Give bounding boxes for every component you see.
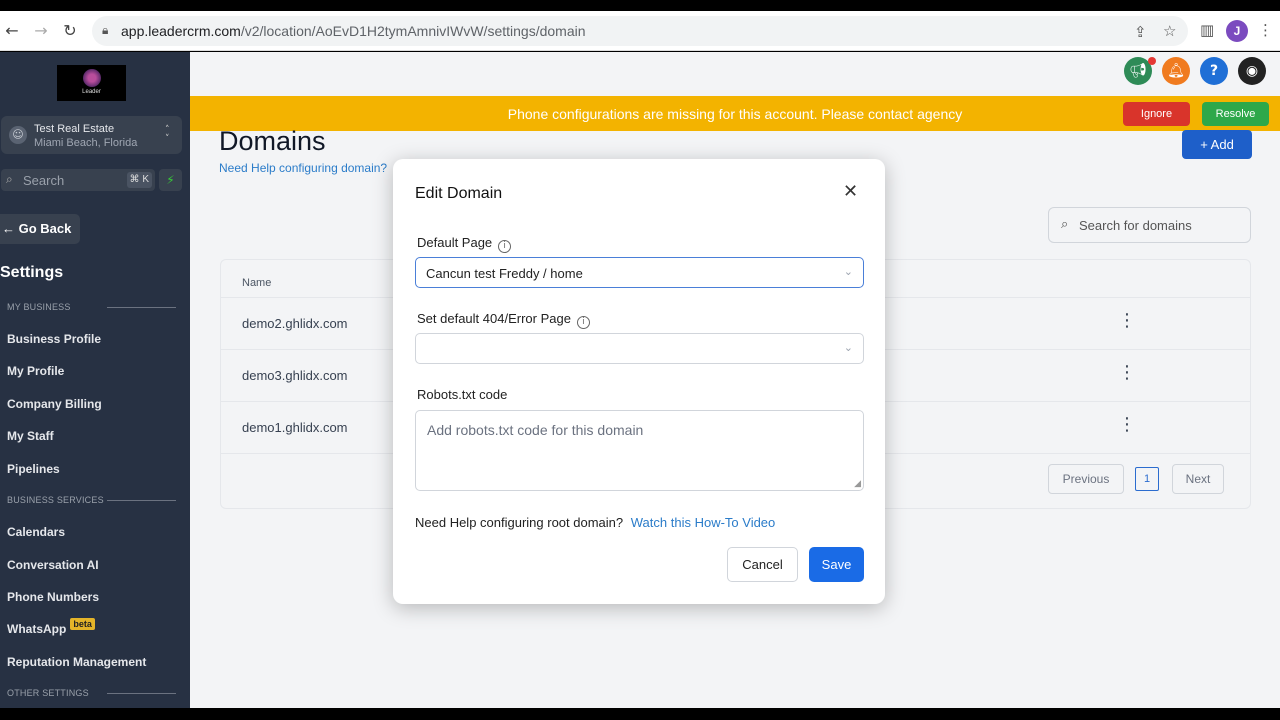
how-to-video-link[interactable]: Watch this How-To Video [631,515,776,530]
sidepanel-icon[interactable]: ▥ [1200,21,1214,39]
whatsapp-label: WhatsApp [7,622,67,636]
sidebar-item-whatsapp[interactable]: WhatsApp beta [7,618,95,636]
help-text: Need Help configuring root domain? [415,515,624,530]
divider [107,693,176,694]
avatar[interactable]: ◉ [1238,57,1266,85]
location-switcher[interactable]: ☺ Test Real Estate Miami Beach, Florida … [1,116,182,154]
section-other-settings: OTHER SETTINGS [7,688,89,698]
browser-toolbar: ← → ↻ 🔒︎ app.leadercrm.com/v2/location/A… [0,11,1280,51]
sidebar-search[interactable]: ⌕ Search ⌘ K [1,169,155,191]
go-back-label: Go Back [18,221,72,236]
sidebar-item-phone-numbers[interactable]: Phone Numbers [7,590,99,604]
default-page-label-text: Default Page [417,235,493,250]
sidebar-item-calendars[interactable]: Calendars [7,525,65,539]
location-icon: ☺ [9,126,27,144]
divider [107,307,176,308]
kebab-menu-icon[interactable]: ⋮ [1118,310,1136,331]
logo[interactable]: Leader [57,65,126,101]
lock-icon: 🔒︎ [102,23,109,37]
error-page-label: Set default 404/Error Page i [417,311,590,329]
previous-button[interactable]: Previous [1048,464,1124,494]
cancel-button[interactable]: Cancel [727,547,798,582]
modal-title: Edit Domain [415,185,503,202]
section-business-services: BUSINESS SERVICES [7,495,104,505]
info-icon[interactable]: i [576,316,590,329]
default-page-value: Cancun test Freddy / home [426,266,583,281]
location-sub: Miami Beach, Florida [34,137,138,149]
domain-name: demo3.ghlidx.com [242,368,348,383]
sidebar: Leader ☺ Test Real Estate Miami Beach, F… [0,52,190,708]
page-number[interactable]: 1 [1135,467,1159,491]
domain-search-placeholder: Search for domains [1079,218,1192,233]
sidebar-search-placeholder: Search [23,173,65,188]
search-icon: ⌕ [1061,217,1069,232]
star-icon[interactable]: ☆ [1163,22,1176,40]
help-icon[interactable]: ? [1200,57,1228,85]
sidebar-item-my-profile[interactable]: My Profile [7,364,64,378]
go-back-button[interactable]: ← Go Back [0,214,80,244]
url-host: app.leadercrm.com [121,23,241,39]
save-button[interactable]: Save [809,547,864,582]
notification-dot [1148,57,1156,65]
divider [107,500,176,501]
reload-icon[interactable]: ↻ [60,21,80,41]
sidebar-item-conversation-ai[interactable]: Conversation AI [7,558,99,572]
close-icon[interactable]: ✕ [843,181,858,202]
domain-search-input[interactable]: ⌕ Search for domains [1048,207,1251,243]
resolve-button[interactable]: Resolve [1202,102,1269,126]
robots-placeholder: Add robots.txt code for this domain [427,422,644,438]
default-page-select[interactable]: Cancun test Freddy / home ⌄ [415,257,864,288]
default-page-label: Default Page i [417,235,512,253]
shortcut-hint: ⌘ K [126,172,152,188]
sidebar-item-business-profile[interactable]: Business Profile [7,332,101,346]
chevron-down-icon: ⌄ [843,341,853,354]
search-icon: ⌕ [6,172,13,186]
error-page-select[interactable]: ⌄ [415,333,864,364]
warning-banner: Phone configurations are missing for thi… [190,96,1280,131]
banner-message: Phone configurations are missing for thi… [507,106,963,122]
menu-dots-icon[interactable]: ⋮ [1258,21,1273,39]
sidebar-item-pipelines[interactable]: Pipelines [7,462,60,476]
edit-domain-modal: Edit Domain ✕ Default Page i Cancun test … [393,159,885,604]
add-domain-button[interactable]: + Add [1182,130,1252,159]
kebab-menu-icon[interactable]: ⋮ [1118,362,1136,383]
chevron-down-icon: ⌄ [843,265,853,278]
sidebar-item-my-staff[interactable]: My Staff [7,429,54,443]
bell-icon[interactable]: 🔔︎ [1162,57,1190,85]
profile-avatar[interactable]: J [1226,20,1248,42]
bottom-frame [0,708,1280,720]
sidebar-item-company-billing[interactable]: Company Billing [7,397,102,411]
forward-arrow-icon[interactable]: → [31,21,51,41]
page-title: Domains [219,126,326,156]
url-path: /v2/location/AoEvD1H2tymAmnivIWvW/settin… [240,23,586,39]
sidebar-item-reputation-management[interactable]: Reputation Management [7,655,146,669]
address-bar[interactable]: 🔒︎ app.leadercrm.com/v2/location/AoEvD1H… [92,16,1188,46]
resize-handle-icon[interactable]: ◢ [854,479,861,489]
settings-title: Settings [0,264,64,281]
ignore-button[interactable]: Ignore [1123,102,1190,126]
location-name: Test Real Estate [34,123,115,135]
next-button[interactable]: Next [1172,464,1224,494]
domain-name: demo1.ghlidx.com [242,420,348,435]
robots-label: Robots.txt code [417,387,508,402]
chevron-updown-icon: ˄ ˅ [165,125,170,144]
domain-name: demo2.ghlidx.com [242,316,348,331]
section-my-business: MY BUSINESS [7,302,71,312]
back-arrow-icon[interactable]: ← [2,21,22,41]
logo-mark [83,69,101,87]
root-domain-help: Need Help configuring root domain? Watch… [415,515,775,530]
help-link[interactable]: Need Help configuring domain? [219,161,387,175]
share-icon[interactable]: ⇪ [1134,23,1147,41]
kebab-menu-icon[interactable]: ⋮ [1118,414,1136,435]
info-icon[interactable]: i [498,240,512,253]
error-page-label-text: Set default 404/Error Page [417,311,571,326]
bolt-icon[interactable]: ⚡︎ [159,169,182,191]
logo-text: Leader [82,89,101,95]
beta-badge: beta [70,618,95,630]
robots-textarea[interactable]: Add robots.txt code for this domain ◢ [415,410,864,491]
column-header-name: Name [242,277,272,289]
top-frame [0,0,1280,11]
